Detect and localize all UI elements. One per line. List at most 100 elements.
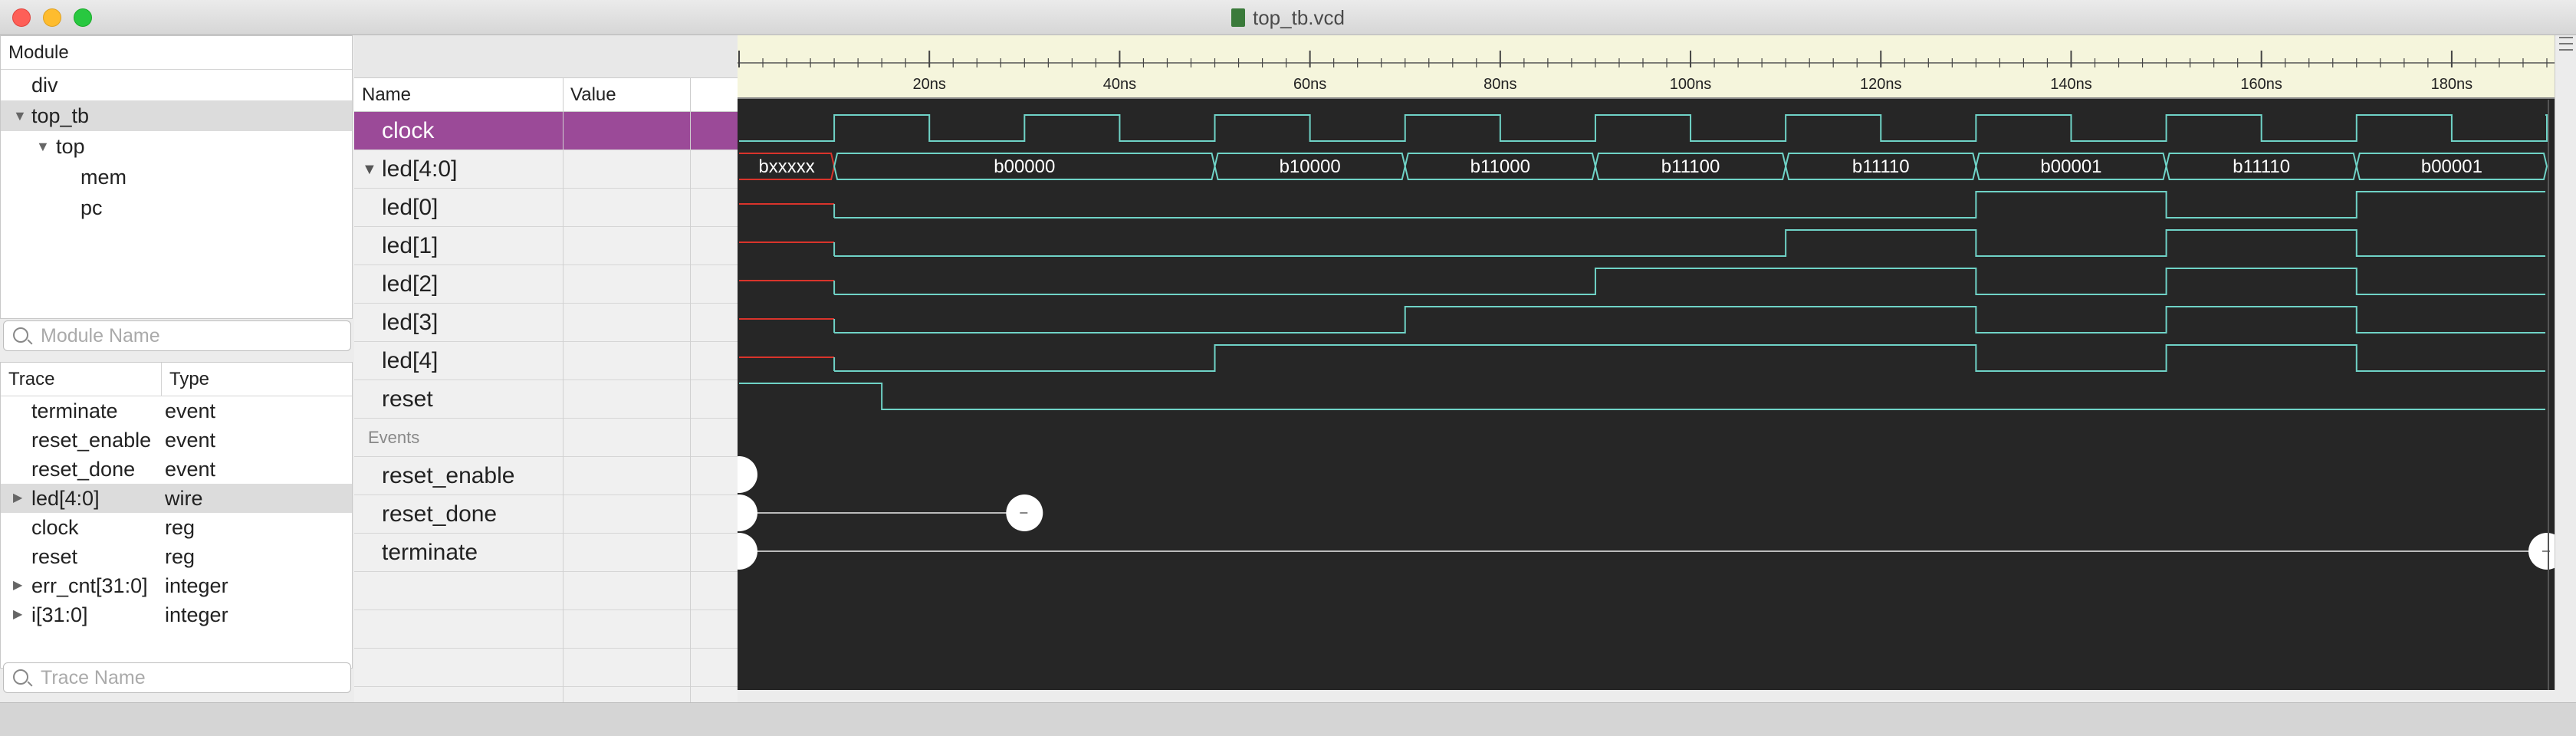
- ruler-label: 180ns: [2431, 76, 2473, 93]
- expand-toggle-icon[interactable]: ▶: [13, 484, 22, 513]
- signal-row[interactable]: led[0]: [354, 189, 738, 227]
- trace-type: wire: [165, 487, 203, 510]
- name-column-header[interactable]: Name: [362, 78, 411, 112]
- trace-type: reg: [165, 545, 196, 568]
- trace-name: reset_done: [31, 458, 136, 481]
- signal-name: reset: [382, 386, 433, 412]
- trace-name-cell: reset: [1, 542, 162, 571]
- signal-row[interactable]: reset: [354, 380, 738, 419]
- signal-name: led[2]: [382, 271, 439, 297]
- trace-row[interactable]: terminate event: [1, 396, 352, 426]
- event-marker: [721, 495, 757, 531]
- module-search-input[interactable]: Module Name: [3, 320, 351, 351]
- trace-row[interactable]: ▶ err_cnt[31:0] integer: [1, 571, 352, 600]
- signal-row[interactable]: reset_done: [354, 495, 738, 534]
- trace-name-cell: reset_enable: [1, 426, 162, 455]
- signal-name: reset_enable: [382, 463, 515, 488]
- column-divider: [690, 78, 691, 112]
- module-tree: Module div ▼ top_tb ▼ top mem pc: [0, 35, 353, 319]
- module-tree-label: top_tb: [31, 104, 90, 127]
- signal-row[interactable]: led[4]: [354, 342, 738, 380]
- signal-row[interactable]: ▼ led[4:0]: [354, 150, 738, 189]
- module-tree-item[interactable]: mem: [1, 162, 352, 192]
- trace-search-input[interactable]: Trace Name: [3, 662, 351, 693]
- reset-waveform: [739, 383, 2545, 410]
- expand-toggle-icon[interactable]: ▶: [13, 600, 22, 629]
- event-marker: [721, 456, 757, 493]
- signal-name: led[4]: [382, 348, 439, 373]
- type-column-header[interactable]: Type: [162, 363, 209, 396]
- left-pane: Module div ▼ top_tb ▼ top mem pc Module Name T…: [0, 35, 354, 702]
- title-bar: top_tb.vcd: [0, 0, 2576, 35]
- signal-group-header[interactable]: Events: [354, 419, 738, 457]
- trace-type: integer: [165, 603, 228, 626]
- trace-row[interactable]: reset_enable event: [1, 426, 352, 455]
- search-icon: [13, 327, 28, 343]
- signal-row[interactable]: led[2]: [354, 265, 738, 304]
- signal-name: clock: [382, 118, 435, 143]
- trace-row[interactable]: clock reg: [1, 513, 352, 542]
- column-divider: [563, 112, 564, 702]
- menu-icon[interactable]: [2559, 37, 2573, 51]
- module-header: Module: [1, 36, 352, 70]
- signal-name-pane: Name Value clock ▼ led[4:0] led[0] led[1] led…: [354, 35, 738, 702]
- trace-row[interactable]: reset reg: [1, 542, 352, 571]
- trace-column-header[interactable]: Trace: [1, 363, 162, 396]
- signal-column-header: Name Value: [354, 78, 738, 112]
- signal-empty-row: [354, 610, 738, 649]
- trace-type: event: [165, 429, 216, 452]
- trace-row[interactable]: ▶ i[31:0] integer: [1, 600, 352, 629]
- signal-row[interactable]: reset_enable: [354, 457, 738, 495]
- expand-toggle-icon[interactable]: ▼: [13, 100, 27, 131]
- signal-row[interactable]: clock: [354, 112, 738, 150]
- bus-value-label: b11110: [1852, 156, 1910, 177]
- signal-name: terminate: [382, 540, 478, 565]
- waveform-canvas[interactable]: 20ns 40ns 60ns 80ns 100ns 120ns 140ns 160ns 180n…: [721, 35, 2565, 690]
- clock-waveform: [739, 114, 2548, 142]
- ruler-label: 40ns: [1103, 76, 1136, 93]
- expand-toggle-icon[interactable]: ▶: [13, 571, 22, 600]
- ruler-label: 80ns: [1484, 76, 1516, 93]
- module-tree-label: mem: [80, 166, 127, 189]
- ruler-label: 120ns: [1860, 76, 1902, 93]
- trace-name: clock: [31, 516, 79, 539]
- bit-waveform: [834, 344, 2545, 372]
- bus-value-label: b11100: [1661, 156, 1720, 177]
- menu-icon-line: [2559, 43, 2573, 44]
- module-tree-item[interactable]: ▼ top: [1, 131, 352, 162]
- trace-name: terminate: [31, 399, 118, 422]
- right-edge-strip: [2555, 35, 2576, 690]
- expand-toggle-icon[interactable]: ▼: [362, 150, 377, 189]
- bus-value-label: b11000: [1470, 156, 1530, 177]
- bus-value-label: bxxxxx: [758, 156, 814, 177]
- signal-name: led[4:0]: [382, 156, 458, 182]
- document-icon: [1231, 8, 1245, 27]
- trace-name: err_cnt[31:0]: [31, 574, 148, 597]
- expand-toggle-icon[interactable]: ▼: [36, 131, 50, 162]
- event-marker: [721, 533, 757, 570]
- trace-name-cell: ▶ i[31:0]: [1, 600, 162, 629]
- status-bar: [0, 702, 2576, 736]
- window-title: top_tb.vcd: [0, 6, 2576, 30]
- module-tree-item[interactable]: pc: [1, 192, 352, 223]
- ruler-label: 160ns: [2240, 76, 2282, 93]
- signal-toolbar-area: [354, 35, 738, 78]
- value-column-header[interactable]: Value: [563, 78, 616, 112]
- trace-name: reset_enable: [31, 429, 152, 452]
- signal-row[interactable]: terminate: [354, 534, 738, 572]
- signal-name: led[3]: [382, 310, 439, 335]
- waveform-view[interactable]: 20ns 40ns 60ns 80ns 100ns 120ns 140ns 160ns 180n…: [721, 35, 2565, 690]
- trace-row[interactable]: reset_done event: [1, 455, 352, 484]
- signal-empty-row: [354, 649, 738, 687]
- signal-row[interactable]: led[1]: [354, 227, 738, 265]
- signal-row[interactable]: led[3]: [354, 304, 738, 342]
- module-tree-label: pc: [80, 196, 103, 219]
- ruler-label: 100ns: [1670, 76, 1712, 93]
- signal-name: Events: [368, 428, 420, 447]
- ruler-label: 60ns: [1293, 76, 1326, 93]
- signal-name: led[1]: [382, 233, 439, 258]
- module-tree-item[interactable]: ▼ top_tb: [1, 100, 352, 131]
- trace-row[interactable]: ▶ led[4:0] wire: [1, 484, 352, 513]
- module-tree-item[interactable]: div: [1, 70, 352, 100]
- trace-name-cell: ▶ err_cnt[31:0]: [1, 571, 162, 600]
